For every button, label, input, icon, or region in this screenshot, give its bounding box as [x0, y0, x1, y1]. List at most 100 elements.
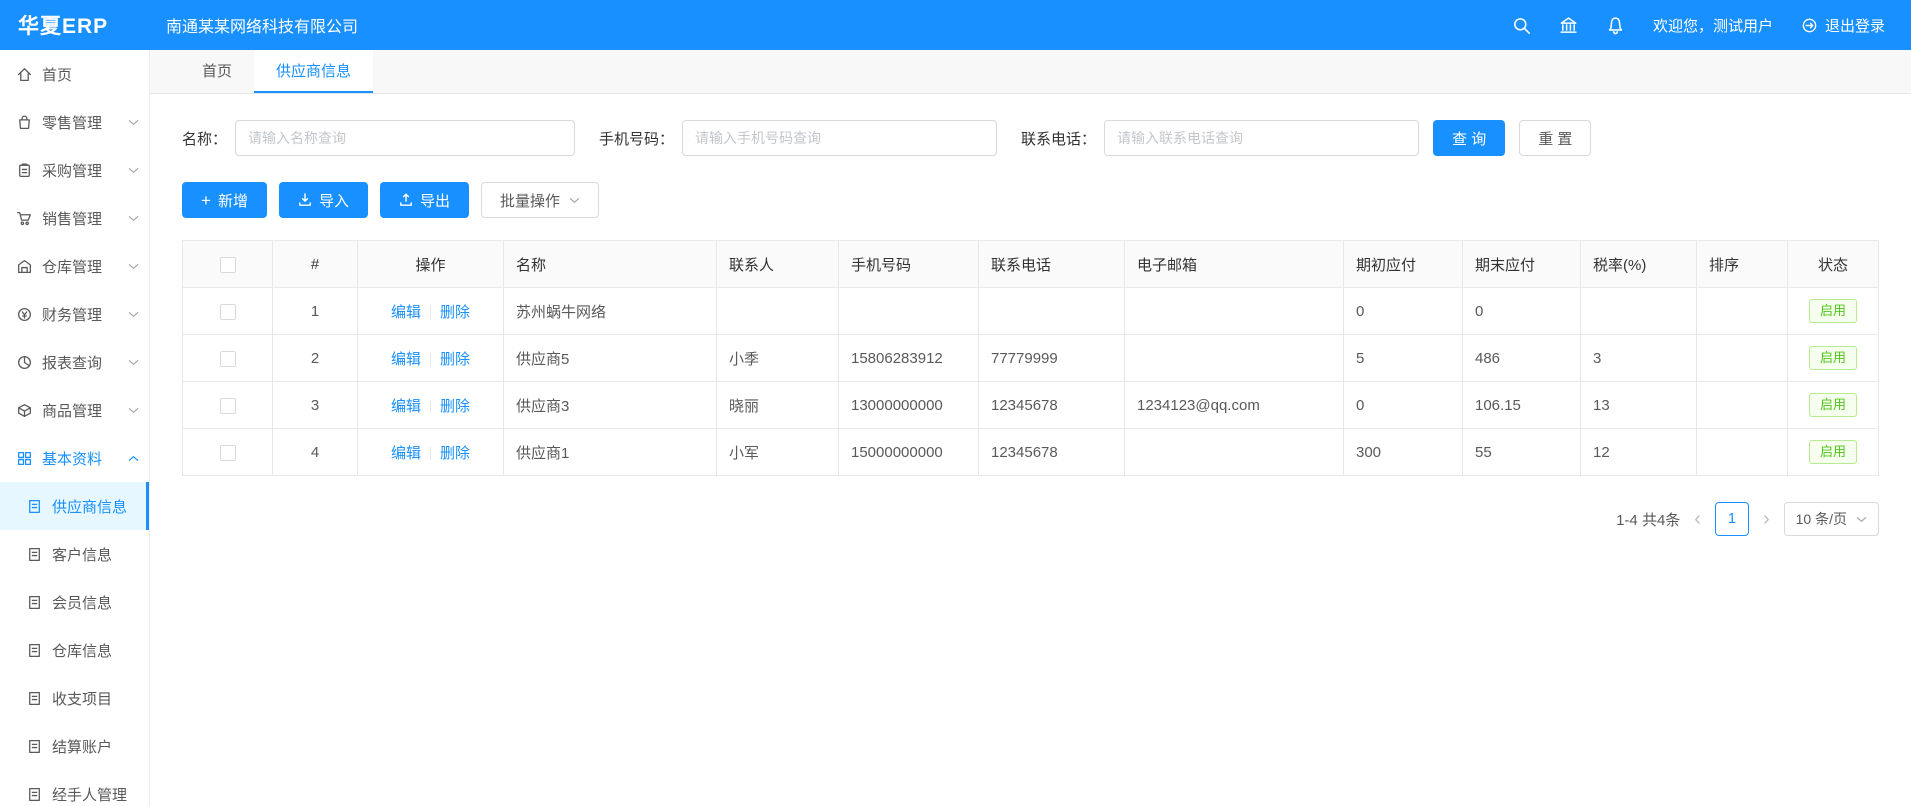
cell-end-payable: 486 — [1463, 335, 1581, 382]
row-checkbox[interactable] — [220, 351, 236, 367]
status-badge[interactable]: 启用 — [1809, 393, 1857, 418]
main-content: 首页 供应商信息 名称： 手机号码： 联系电话： 查 询 重 置 + 新增 — [150, 50, 1911, 806]
export-button[interactable]: 导出 — [380, 182, 469, 218]
edit-link[interactable]: 编辑 — [391, 445, 421, 462]
divider — [430, 400, 431, 413]
bank-button[interactable] — [1559, 16, 1578, 35]
sidebar-item-supplier-info[interactable]: 供应商信息 — [0, 482, 149, 530]
delete-link[interactable]: 删除 — [440, 304, 470, 321]
sidebar-item-goods[interactable]: 商品管理 — [0, 386, 149, 434]
sidebar-item-label: 会员信息 — [52, 592, 112, 613]
reset-button[interactable]: 重 置 — [1519, 120, 1591, 156]
cell-mobile: 13000000000 — [839, 382, 979, 429]
sidebar-item-income-expense[interactable]: 收支项目 — [0, 674, 149, 722]
table-row: 4 编辑删除 供应商1 小军 15000000000 12345678 300 … — [183, 429, 1879, 476]
delete-link[interactable]: 删除 — [440, 445, 470, 462]
sidebar-item-home[interactable]: 首页 — [0, 50, 149, 98]
import-button[interactable]: 导入 — [279, 182, 368, 218]
tel-filter-input[interactable] — [1104, 120, 1419, 156]
notification-button[interactable] — [1606, 16, 1625, 35]
cell-email: 1234123@qq.com — [1125, 382, 1344, 429]
status-badge[interactable]: 启用 — [1809, 299, 1857, 324]
document-icon — [26, 786, 43, 803]
sidebar-item-warehouse-info[interactable]: 仓库信息 — [0, 626, 149, 674]
sidebar-item-basic-data[interactable]: 基本资料 — [0, 434, 149, 482]
col-tel: 联系电话 — [979, 241, 1125, 288]
toolbar: + 新增 导入 导出 批量操作 — [182, 182, 1879, 218]
sidebar-item-label: 基本资料 — [42, 448, 102, 469]
row-checkbox[interactable] — [220, 445, 236, 461]
sidebar-item-customer-info[interactable]: 客户信息 — [0, 530, 149, 578]
sidebar-item-member-info[interactable]: 会员信息 — [0, 578, 149, 626]
edit-link[interactable]: 编辑 — [391, 398, 421, 415]
logout-button[interactable]: 退出登录 — [1801, 15, 1885, 36]
cell-tax-rate: 3 — [1581, 335, 1697, 382]
search-button[interactable] — [1512, 16, 1531, 35]
app-logo: 华夏ERP — [0, 10, 150, 40]
chevron-down-icon — [128, 215, 139, 222]
sidebar-item-label: 报表查询 — [42, 352, 102, 373]
prev-page-button[interactable]: ‹ — [1692, 509, 1703, 529]
page-number-button[interactable]: 1 — [1715, 502, 1749, 536]
cell-name: 苏州蜗牛网络 — [504, 288, 717, 335]
cell-contact: 晓丽 — [717, 382, 839, 429]
chevron-down-icon — [128, 119, 139, 126]
status-badge[interactable]: 启用 — [1809, 440, 1857, 465]
tab-label: 首页 — [202, 60, 232, 81]
delete-link[interactable]: 删除 — [440, 351, 470, 368]
sidebar-item-warehouse[interactable]: 仓库管理 — [0, 242, 149, 290]
tab-supplier-info[interactable]: 供应商信息 — [254, 50, 373, 93]
bell-icon — [1606, 16, 1625, 35]
cell-begin-payable: 300 — [1344, 429, 1463, 476]
status-badge[interactable]: 启用 — [1809, 346, 1857, 371]
sidebar-item-settlement-account[interactable]: 结算账户 — [0, 722, 149, 770]
batch-actions-button[interactable]: 批量操作 — [481, 182, 599, 218]
cell-end-payable: 0 — [1463, 288, 1581, 335]
document-icon — [26, 498, 43, 515]
sidebar-item-sales[interactable]: 销售管理 — [0, 194, 149, 242]
edit-link[interactable]: 编辑 — [391, 304, 421, 321]
cell-tel: 12345678 — [979, 382, 1125, 429]
delete-link[interactable]: 删除 — [440, 398, 470, 415]
cell-contact: 小季 — [717, 335, 839, 382]
row-checkbox[interactable] — [220, 304, 236, 320]
sidebar-item-purchase[interactable]: 采购管理 — [0, 146, 149, 194]
cell-email — [1125, 335, 1344, 382]
chevron-down-icon — [128, 263, 139, 270]
cell-index: 1 — [273, 288, 358, 335]
sidebar-item-label: 采购管理 — [42, 160, 102, 181]
sidebar-item-handler-management[interactable]: 经手人管理 — [0, 770, 149, 806]
col-status: 状态 — [1788, 241, 1879, 288]
cell-index: 2 — [273, 335, 358, 382]
edit-link[interactable]: 编辑 — [391, 351, 421, 368]
tab-bar: 首页 供应商信息 — [150, 50, 1911, 94]
cell-name: 供应商5 — [504, 335, 717, 382]
page-size-select[interactable]: 10 条/页 — [1784, 502, 1879, 536]
sidebar-item-report[interactable]: 报表查询 — [0, 338, 149, 386]
cell-mobile — [839, 288, 979, 335]
name-filter-label: 名称： — [182, 128, 227, 149]
search-icon — [1512, 16, 1531, 35]
col-sort: 排序 — [1697, 241, 1788, 288]
sidebar-item-label: 财务管理 — [42, 304, 102, 325]
table-row: 3 编辑删除 供应商3 晓丽 13000000000 12345678 1234… — [183, 382, 1879, 429]
divider — [430, 306, 431, 319]
home-icon — [16, 66, 33, 83]
select-all-checkbox[interactable] — [220, 257, 236, 273]
page-size-value: 10 条/页 — [1796, 509, 1847, 529]
sidebar-item-finance[interactable]: 财务管理 — [0, 290, 149, 338]
sidebar-item-label: 经手人管理 — [52, 784, 127, 805]
name-filter-input[interactable] — [235, 120, 575, 156]
cell-mobile: 15806283912 — [839, 335, 979, 382]
cell-name: 供应商3 — [504, 382, 717, 429]
tab-home[interactable]: 首页 — [180, 50, 254, 93]
mobile-filter-input[interactable] — [682, 120, 997, 156]
row-checkbox[interactable] — [220, 398, 236, 414]
chevron-down-icon — [128, 359, 139, 366]
add-button[interactable]: + 新增 — [182, 182, 267, 218]
add-button-label: 新增 — [218, 190, 248, 211]
next-page-button[interactable]: › — [1761, 509, 1772, 529]
sidebar-item-retail[interactable]: 零售管理 — [0, 98, 149, 146]
sidebar-item-label: 收支项目 — [52, 688, 112, 709]
search-submit-button[interactable]: 查 询 — [1433, 120, 1505, 156]
